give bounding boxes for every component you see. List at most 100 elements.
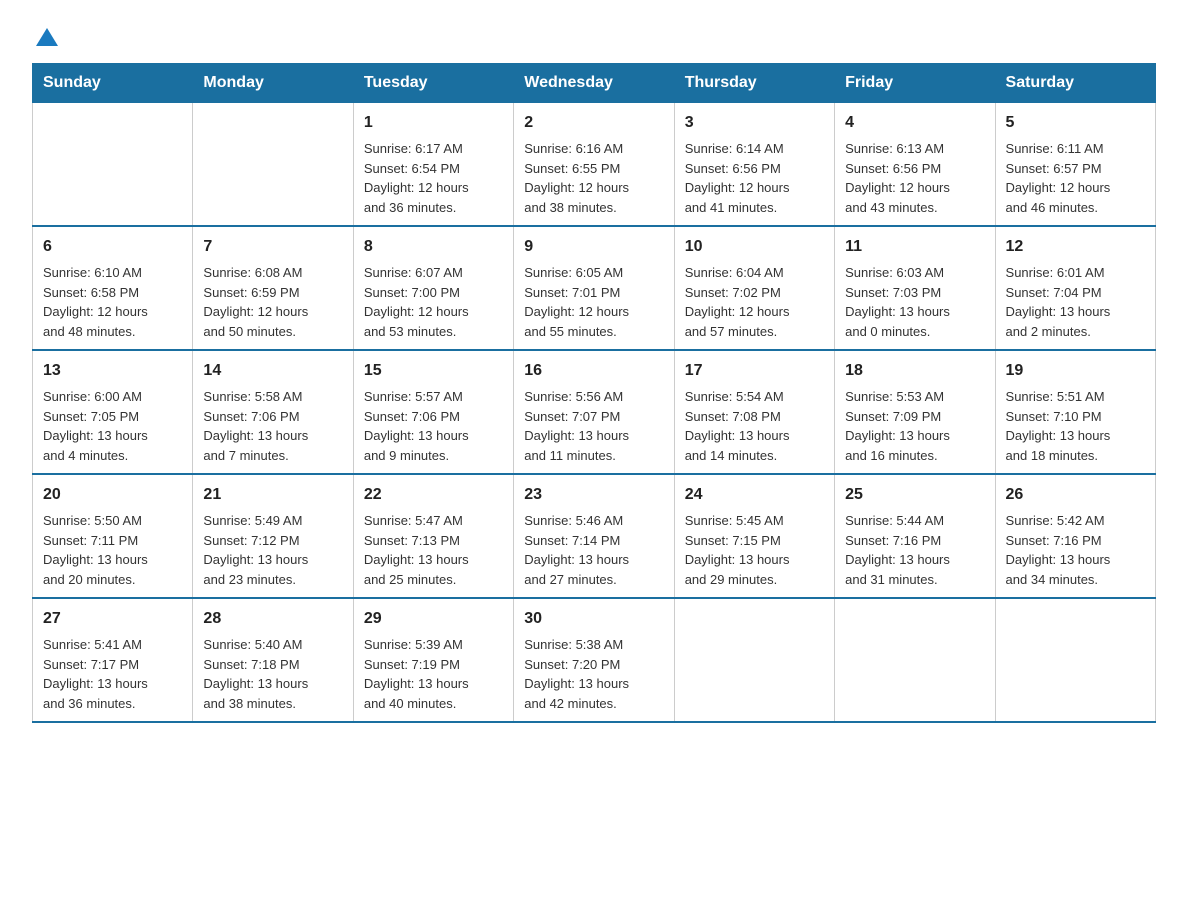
calendar-day-cell <box>674 598 834 722</box>
calendar-day-cell: 17 Sunrise: 5:54 AM Sunset: 7:08 PM Dayli… <box>674 350 834 474</box>
calendar-day-cell: 5Sunrise: 6:11 AM Sunset: 6:57 PM Daylig… <box>995 103 1155 227</box>
calendar-week-row: 6 Sunrise: 6:10 AM Sunset: 6:58 PM Daylig… <box>33 226 1156 350</box>
day-number: 16 <box>524 359 663 383</box>
day-info: Sunrise: 5:45 AM Sunset: 7:15 PM Dayligh… <box>685 511 824 589</box>
weekday-header: Wednesday <box>514 64 674 103</box>
calendar-week-row: 20Sunrise: 5:50 AM Sunset: 7:11 PM Dayli… <box>33 474 1156 598</box>
day-info: Sunrise: 6:07 AM Sunset: 7:00 PM Dayligh… <box>364 263 503 341</box>
calendar-day-cell: 11 Sunrise: 6:03 AM Sunset: 7:03 PM Dayli… <box>835 226 995 350</box>
day-number: 12 <box>1006 235 1145 259</box>
day-number: 28 <box>203 607 342 631</box>
day-number: 11 <box>845 235 984 259</box>
calendar-day-cell: 1Sunrise: 6:17 AM Sunset: 6:54 PM Daylig… <box>353 103 513 227</box>
calendar-day-cell <box>835 598 995 722</box>
day-number: 18 <box>845 359 984 383</box>
day-info: Sunrise: 6:14 AM Sunset: 6:56 PM Dayligh… <box>685 139 824 217</box>
day-number: 25 <box>845 483 984 507</box>
calendar-header: SundayMondayTuesdayWednesdayThursdayFrid… <box>33 64 1156 103</box>
day-number: 9 <box>524 235 663 259</box>
calendar-day-cell: 22 Sunrise: 5:47 AM Sunset: 7:13 PM Dayli… <box>353 474 513 598</box>
calendar-day-cell: 20Sunrise: 5:50 AM Sunset: 7:11 PM Dayli… <box>33 474 193 598</box>
calendar-day-cell: 13 Sunrise: 6:00 AM Sunset: 7:05 PM Dayli… <box>33 350 193 474</box>
day-number: 6 <box>43 235 182 259</box>
calendar-day-cell: 21 Sunrise: 5:49 AM Sunset: 7:12 PM Dayli… <box>193 474 353 598</box>
day-info: Sunrise: 6:03 AM Sunset: 7:03 PM Dayligh… <box>845 263 984 341</box>
day-info: Sunrise: 5:44 AM Sunset: 7:16 PM Dayligh… <box>845 511 984 589</box>
day-info: Sunrise: 6:01 AM Sunset: 7:04 PM Dayligh… <box>1006 263 1145 341</box>
weekday-header: Tuesday <box>353 64 513 103</box>
calendar-day-cell: 3 Sunrise: 6:14 AM Sunset: 6:56 PM Daylig… <box>674 103 834 227</box>
day-info: Sunrise: 5:53 AM Sunset: 7:09 PM Dayligh… <box>845 387 984 465</box>
day-info: Sunrise: 6:08 AM Sunset: 6:59 PM Dayligh… <box>203 263 342 341</box>
weekday-header: Monday <box>193 64 353 103</box>
day-number: 19 <box>1006 359 1145 383</box>
day-number: 3 <box>685 111 824 135</box>
calendar-day-cell: 26 Sunrise: 5:42 AM Sunset: 7:16 PM Dayli… <box>995 474 1155 598</box>
day-info: Sunrise: 6:05 AM Sunset: 7:01 PM Dayligh… <box>524 263 663 341</box>
day-info: Sunrise: 5:49 AM Sunset: 7:12 PM Dayligh… <box>203 511 342 589</box>
day-number: 21 <box>203 483 342 507</box>
calendar-day-cell <box>33 103 193 227</box>
day-number: 15 <box>364 359 503 383</box>
day-number: 2 <box>524 111 663 135</box>
day-number: 8 <box>364 235 503 259</box>
day-number: 13 <box>43 359 182 383</box>
calendar-day-cell <box>193 103 353 227</box>
calendar-day-cell: 9 Sunrise: 6:05 AM Sunset: 7:01 PM Daylig… <box>514 226 674 350</box>
calendar-day-cell: 30Sunrise: 5:38 AM Sunset: 7:20 PM Dayli… <box>514 598 674 722</box>
calendar-day-cell: 2Sunrise: 6:16 AM Sunset: 6:55 PM Daylig… <box>514 103 674 227</box>
day-number: 22 <box>364 483 503 507</box>
calendar-day-cell: 23 Sunrise: 5:46 AM Sunset: 7:14 PM Dayli… <box>514 474 674 598</box>
day-info: Sunrise: 5:54 AM Sunset: 7:08 PM Dayligh… <box>685 387 824 465</box>
calendar-table: SundayMondayTuesdayWednesdayThursdayFrid… <box>32 63 1156 723</box>
day-number: 1 <box>364 111 503 135</box>
calendar-day-cell: 8 Sunrise: 6:07 AM Sunset: 7:00 PM Daylig… <box>353 226 513 350</box>
day-number: 4 <box>845 111 984 135</box>
day-info: Sunrise: 6:13 AM Sunset: 6:56 PM Dayligh… <box>845 139 984 217</box>
day-info: Sunrise: 6:00 AM Sunset: 7:05 PM Dayligh… <box>43 387 182 465</box>
calendar-week-row: 13 Sunrise: 6:00 AM Sunset: 7:05 PM Dayli… <box>33 350 1156 474</box>
day-info: Sunrise: 5:41 AM Sunset: 7:17 PM Dayligh… <box>43 635 182 713</box>
day-info: Sunrise: 5:51 AM Sunset: 7:10 PM Dayligh… <box>1006 387 1145 465</box>
day-info: Sunrise: 5:42 AM Sunset: 7:16 PM Dayligh… <box>1006 511 1145 589</box>
weekday-header: Sunday <box>33 64 193 103</box>
calendar-day-cell: 7 Sunrise: 6:08 AM Sunset: 6:59 PM Daylig… <box>193 226 353 350</box>
day-info: Sunrise: 5:39 AM Sunset: 7:19 PM Dayligh… <box>364 635 503 713</box>
calendar-week-row: 27 Sunrise: 5:41 AM Sunset: 7:17 PM Dayli… <box>33 598 1156 722</box>
weekday-header: Saturday <box>995 64 1155 103</box>
day-info: Sunrise: 5:57 AM Sunset: 7:06 PM Dayligh… <box>364 387 503 465</box>
day-info: Sunrise: 6:04 AM Sunset: 7:02 PM Dayligh… <box>685 263 824 341</box>
day-info: Sunrise: 5:58 AM Sunset: 7:06 PM Dayligh… <box>203 387 342 465</box>
day-number: 5 <box>1006 111 1145 135</box>
calendar-day-cell: 19 Sunrise: 5:51 AM Sunset: 7:10 PM Dayli… <box>995 350 1155 474</box>
day-info: Sunrise: 5:56 AM Sunset: 7:07 PM Dayligh… <box>524 387 663 465</box>
calendar-day-cell: 16 Sunrise: 5:56 AM Sunset: 7:07 PM Dayli… <box>514 350 674 474</box>
calendar-body: 1Sunrise: 6:17 AM Sunset: 6:54 PM Daylig… <box>33 103 1156 723</box>
calendar-day-cell: 15 Sunrise: 5:57 AM Sunset: 7:06 PM Dayli… <box>353 350 513 474</box>
day-number: 10 <box>685 235 824 259</box>
day-number: 24 <box>685 483 824 507</box>
day-info: Sunrise: 5:47 AM Sunset: 7:13 PM Dayligh… <box>364 511 503 589</box>
day-info: Sunrise: 6:10 AM Sunset: 6:58 PM Dayligh… <box>43 263 182 341</box>
calendar-day-cell: 4 Sunrise: 6:13 AM Sunset: 6:56 PM Daylig… <box>835 103 995 227</box>
calendar-header-row: SundayMondayTuesdayWednesdayThursdayFrid… <box>33 64 1156 103</box>
calendar-day-cell: 25 Sunrise: 5:44 AM Sunset: 7:16 PM Dayli… <box>835 474 995 598</box>
day-number: 27 <box>43 607 182 631</box>
calendar-day-cell <box>995 598 1155 722</box>
calendar-day-cell: 6 Sunrise: 6:10 AM Sunset: 6:58 PM Daylig… <box>33 226 193 350</box>
calendar-day-cell: 24 Sunrise: 5:45 AM Sunset: 7:15 PM Dayli… <box>674 474 834 598</box>
day-number: 14 <box>203 359 342 383</box>
calendar-day-cell: 18 Sunrise: 5:53 AM Sunset: 7:09 PM Dayli… <box>835 350 995 474</box>
day-number: 17 <box>685 359 824 383</box>
day-info: Sunrise: 5:40 AM Sunset: 7:18 PM Dayligh… <box>203 635 342 713</box>
day-info: Sunrise: 5:46 AM Sunset: 7:14 PM Dayligh… <box>524 511 663 589</box>
calendar-day-cell: 14 Sunrise: 5:58 AM Sunset: 7:06 PM Dayli… <box>193 350 353 474</box>
day-number: 23 <box>524 483 663 507</box>
calendar-day-cell: 29Sunrise: 5:39 AM Sunset: 7:19 PM Dayli… <box>353 598 513 722</box>
day-number: 7 <box>203 235 342 259</box>
day-info: Sunrise: 5:50 AM Sunset: 7:11 PM Dayligh… <box>43 511 182 589</box>
page-header <box>32 24 1156 47</box>
day-number: 26 <box>1006 483 1145 507</box>
calendar-day-cell: 12 Sunrise: 6:01 AM Sunset: 7:04 PM Dayli… <box>995 226 1155 350</box>
calendar-week-row: 1Sunrise: 6:17 AM Sunset: 6:54 PM Daylig… <box>33 103 1156 227</box>
